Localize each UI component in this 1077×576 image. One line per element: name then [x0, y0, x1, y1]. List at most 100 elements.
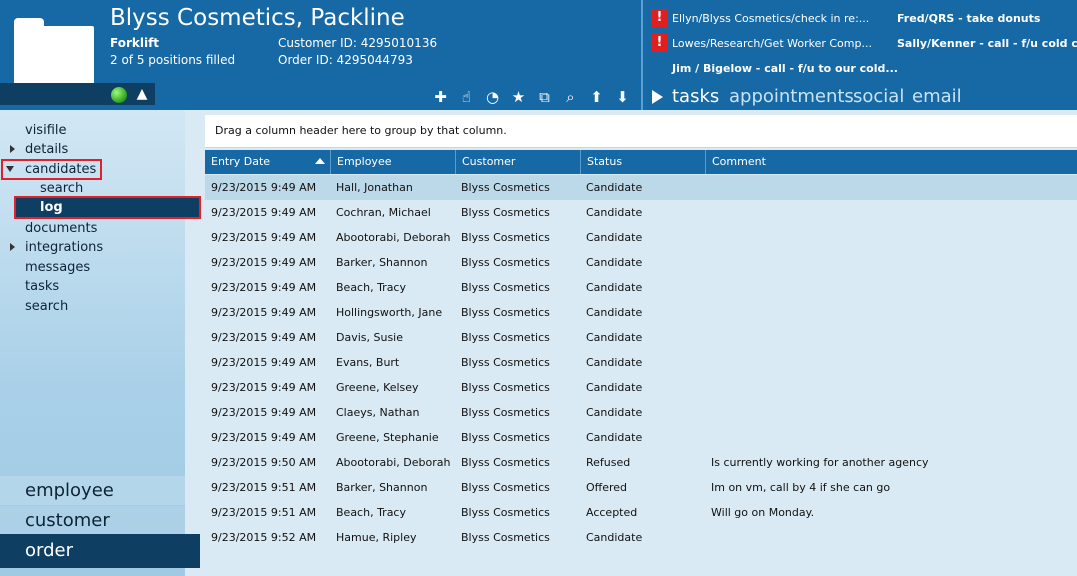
cell-entry-date: 9/23/2015 9:49 AM — [211, 306, 317, 319]
cell-comment: Will go on Monday. — [711, 506, 815, 519]
cell-entry-date: 9/23/2015 9:49 AM — [211, 231, 317, 244]
sidebar-subitem-log-label: log — [40, 200, 63, 215]
sidebar-item-documents[interactable]: documents — [25, 221, 97, 236]
table-row[interactable]: 9/23/2015 9:49 AM Greene, Stephanie Blyss … — [205, 425, 1077, 450]
cell-customer: Blyss Cosmetics — [461, 381, 550, 394]
page-title: Blyss Cosmetics, Packline — [110, 5, 405, 31]
cell-employee: Beach, Tracy — [336, 506, 406, 519]
nav-order[interactable]: order — [0, 534, 200, 568]
position-name: Forklift — [110, 36, 160, 50]
log-grid: Drag a column header here to group by th… — [205, 115, 1077, 576]
nav-customer[interactable]: customer — [0, 506, 185, 535]
col-status[interactable]: Status — [580, 150, 705, 174]
cell-status: Candidate — [586, 531, 643, 544]
star-icon[interactable]: ★ — [508, 86, 529, 108]
tab-social[interactable]: social — [853, 86, 904, 107]
folder-icon — [14, 14, 94, 86]
table-row[interactable]: 9/23/2015 9:51 AM Barker, Shannon Blyss Co… — [205, 475, 1077, 500]
play-icon[interactable] — [652, 90, 663, 104]
table-row[interactable]: 9/23/2015 9:49 AM Abootorabi, Deborah Blys… — [205, 225, 1077, 250]
cell-employee: Hollingsworth, Jane — [336, 306, 443, 319]
cell-customer: Blyss Cosmetics — [461, 331, 550, 344]
sidebar-item-candidates[interactable]: candidates — [25, 162, 96, 177]
col-entry-date[interactable]: Entry Date — [205, 150, 330, 174]
arrow-up-icon[interactable]: ⬆ — [586, 86, 607, 108]
cell-status: Candidate — [586, 431, 643, 444]
table-row[interactable]: 9/23/2015 9:49 AM Claeys, Nathan Blyss Cos… — [205, 400, 1077, 425]
table-row[interactable]: 9/23/2015 9:49 AM Cochran, Michael Blyss C… — [205, 200, 1077, 225]
cell-customer: Blyss Cosmetics — [461, 356, 550, 369]
alert-item[interactable]: Ellyn/Blyss Cosmetics/check in re:... — [672, 12, 869, 25]
alert-item[interactable]: Lowes/Research/Get Worker Comp... — [672, 37, 872, 50]
tab-tasks[interactable]: tasks — [672, 86, 719, 107]
table-row[interactable]: 9/23/2015 9:49 AM Davis, Susie Blyss Cosme… — [205, 325, 1077, 350]
plus-icon[interactable]: ✚ — [430, 86, 451, 108]
cell-employee: Evans, Burt — [336, 356, 400, 369]
col-entry-date-label: Entry Date — [211, 155, 271, 168]
table-row[interactable]: 9/23/2015 9:51 AM Beach, Tracy Blyss Cosme… — [205, 500, 1077, 525]
alert-icon: ! — [651, 34, 668, 52]
nav-employee[interactable]: employee — [0, 476, 185, 505]
cell-customer: Blyss Cosmetics — [461, 306, 550, 319]
cell-entry-date: 9/23/2015 9:52 AM — [211, 531, 317, 544]
cell-customer: Blyss Cosmetics — [461, 281, 550, 294]
hand-icon[interactable]: ☝ — [456, 86, 477, 108]
table-row[interactable]: 9/23/2015 9:49 AM Evans, Burt Blyss Cosmet… — [205, 350, 1077, 375]
caret-right-icon[interactable] — [10, 243, 15, 251]
sidebar-item-integrations[interactable]: integrations — [25, 240, 103, 255]
warning-icon[interactable]: ▲ — [134, 86, 150, 102]
cell-comment: Is currently working for another agency — [711, 456, 929, 469]
sidebar-item-tasks[interactable]: tasks — [25, 279, 59, 294]
table-row[interactable]: 9/23/2015 9:49 AM Greene, Kelsey Blyss Cos… — [205, 375, 1077, 400]
table-row[interactable]: 9/23/2015 9:49 AM Barker, Shannon Blyss Co… — [205, 250, 1077, 275]
cell-customer: Blyss Cosmetics — [461, 406, 550, 419]
cell-status: Candidate — [586, 306, 643, 319]
task-item[interactable]: Jim / Bigelow - call - f/u to our cold..… — [672, 62, 898, 75]
cell-entry-date: 9/23/2015 9:49 AM — [211, 181, 317, 194]
table-row[interactable]: 9/23/2015 9:52 AM Hamue, Ripley Blyss Cosm… — [205, 525, 1077, 550]
task-item[interactable]: Fred/QRS - take donuts — [897, 12, 1040, 25]
cell-entry-date: 9/23/2015 9:49 AM — [211, 406, 317, 419]
sidebar-item-messages[interactable]: messages — [25, 260, 90, 275]
cell-customer: Blyss Cosmetics — [461, 531, 550, 544]
pie-icon[interactable]: ◔ — [482, 86, 503, 108]
cell-employee: Greene, Kelsey — [336, 381, 419, 394]
table-row[interactable]: 9/23/2015 9:49 AM Hall, Jonathan Blyss Cos… — [205, 175, 1077, 200]
cell-entry-date: 9/23/2015 9:50 AM — [211, 456, 317, 469]
cell-customer: Blyss Cosmetics — [461, 431, 550, 444]
cell-employee: Abootorabi, Deborah — [336, 456, 451, 469]
sort-ascending-icon — [315, 158, 325, 164]
table-row[interactable]: 9/23/2015 9:49 AM Beach, Tracy Blyss Cosme… — [205, 275, 1077, 300]
search-icon[interactable]: ⌕ — [560, 86, 581, 108]
cell-employee: Abootorabi, Deborah — [336, 231, 451, 244]
sidebar-subitem-search[interactable]: search — [40, 181, 83, 196]
col-employee[interactable]: Employee — [330, 150, 455, 174]
toolbar: ✚ ☝ ◔ ★ ⧉ ⌕ ⬆ ⬇ — [430, 86, 633, 108]
caret-down-icon[interactable] — [6, 166, 14, 172]
cell-status: Candidate — [586, 181, 643, 194]
col-comment[interactable]: Comment — [705, 150, 1077, 174]
cell-customer: Blyss Cosmetics — [461, 231, 550, 244]
cell-status: Candidate — [586, 406, 643, 419]
col-customer[interactable]: Customer — [455, 150, 580, 174]
sidebar-item-visifile[interactable]: visifile — [25, 123, 67, 138]
table-row[interactable]: 9/23/2015 9:50 AM Abootorabi, Deborah Blys… — [205, 450, 1077, 475]
app-header: ▲ Blyss Cosmetics, Packline Forklift 2 o… — [0, 0, 1077, 110]
sidebar-item-details[interactable]: details — [25, 142, 68, 157]
sidebar-subitem-log[interactable]: log — [14, 196, 201, 219]
cell-status: Accepted — [586, 506, 638, 519]
task-item[interactable]: Sally/Kenner - call - f/u cold call — [897, 37, 1077, 50]
cell-status: Offered — [586, 481, 628, 494]
table-row[interactable]: 9/23/2015 9:49 AM Hollingsworth, Jane Blys… — [205, 300, 1077, 325]
status-ok-icon — [111, 87, 127, 103]
arrow-down-icon[interactable]: ⬇ — [612, 86, 633, 108]
sidebar-item-search[interactable]: search — [25, 299, 68, 314]
tab-appointments[interactable]: appointments — [729, 86, 854, 107]
tab-email[interactable]: email — [912, 86, 962, 107]
cell-employee: Beach, Tracy — [336, 281, 406, 294]
group-drop-zone[interactable]: Drag a column header here to group by th… — [205, 115, 1077, 148]
cell-entry-date: 9/23/2015 9:49 AM — [211, 431, 317, 444]
popout-icon[interactable]: ⧉ — [534, 86, 555, 108]
cell-status: Candidate — [586, 206, 643, 219]
caret-right-icon[interactable] — [10, 145, 15, 153]
